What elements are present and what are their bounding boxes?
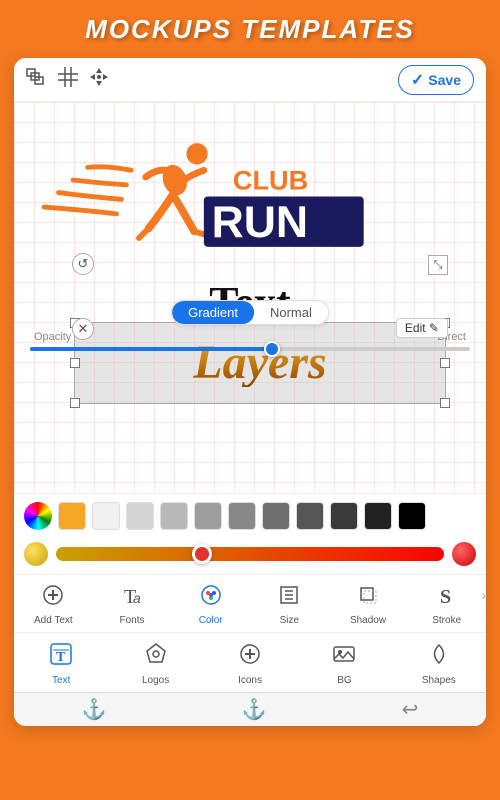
- footer-bar: ⚓ ⚓ ↩: [14, 692, 486, 726]
- add-text-icon: [41, 583, 65, 613]
- footer-anchor-left[interactable]: ⚓: [82, 697, 107, 722]
- tool-tab-stroke[interactable]: S Stroke ›: [407, 579, 486, 632]
- color-swatch-4[interactable]: [194, 502, 222, 530]
- selection-handle-br[interactable]: [440, 398, 450, 408]
- nav-text-label: Text: [52, 675, 70, 686]
- color-swatch-9[interactable]: [364, 502, 392, 530]
- nav-bg-icon: [331, 641, 357, 673]
- nav-item-logos[interactable]: Logos: [108, 637, 202, 692]
- fonts-icon: Ta: [120, 583, 144, 613]
- gradient-thumb[interactable]: [192, 544, 212, 564]
- blend-mode-tabs: Gradient Normal: [171, 300, 329, 325]
- svg-text:CLUB: CLUB: [233, 165, 308, 196]
- grid-icon[interactable]: [58, 67, 78, 92]
- toolbar-left: [26, 66, 110, 93]
- color-swatch-6[interactable]: [262, 502, 290, 530]
- color-swatch-10[interactable]: [398, 502, 426, 530]
- save-label: Save: [428, 72, 461, 88]
- color-label: Color: [199, 615, 223, 626]
- opacity-track[interactable]: [30, 347, 470, 351]
- svg-text:T: T: [56, 650, 66, 665]
- svg-text:S: S: [440, 586, 451, 607]
- color-wheel[interactable]: [24, 502, 52, 530]
- tool-tab-add-text[interactable]: Add Text: [14, 579, 93, 632]
- footer-back-icon[interactable]: ↩: [402, 697, 419, 722]
- nav-icons-icon: [237, 641, 263, 673]
- gradient-track[interactable]: [56, 547, 444, 561]
- tool-tab-size[interactable]: Size: [250, 579, 329, 632]
- color-row: [14, 493, 486, 538]
- top-toolbar: ✓ Save: [14, 58, 486, 102]
- nav-logos-label: Logos: [142, 675, 169, 686]
- app-title: MOCKUPS TEMPLATES: [85, 14, 415, 45]
- nav-bg-label: BG: [337, 675, 351, 686]
- selection-handle-ml[interactable]: [70, 358, 80, 368]
- color-swatch-8[interactable]: [330, 502, 358, 530]
- expand-button[interactable]: ⤡: [428, 255, 448, 275]
- shadow-icon: [356, 583, 380, 613]
- gold-color-indicator: [24, 542, 48, 566]
- color-swatch-7[interactable]: [296, 502, 324, 530]
- save-check-icon: ✓: [411, 70, 424, 90]
- runner-logo: CLUB RUN: [34, 117, 364, 272]
- nav-item-shapes[interactable]: Shapes: [392, 637, 486, 692]
- red-color-indicator: [452, 542, 476, 566]
- color-icon: [199, 583, 223, 613]
- blend-tab-gradient[interactable]: Gradient: [172, 301, 254, 324]
- stroke-icon: S: [435, 583, 459, 613]
- size-label: Size: [280, 615, 299, 626]
- shadow-label: Shadow: [350, 615, 386, 626]
- nav-shapes-label: Shapes: [422, 675, 456, 686]
- app-header: MOCKUPS TEMPLATES: [0, 0, 500, 58]
- move-icon[interactable]: [88, 66, 110, 93]
- svg-text:a: a: [133, 590, 141, 606]
- add-text-label: Add Text: [34, 615, 73, 626]
- edit-label: Edit ✎: [405, 321, 439, 335]
- color-swatch-1[interactable]: [92, 502, 120, 530]
- save-button[interactable]: ✓ Save: [398, 65, 474, 95]
- color-swatch-2[interactable]: [126, 502, 154, 530]
- color-swatch-3[interactable]: [160, 502, 188, 530]
- nav-icons-label: Icons: [238, 675, 262, 686]
- rotate-button[interactable]: ↺: [72, 253, 94, 275]
- gradient-slider-row: [14, 538, 486, 574]
- nav-logos-icon: [143, 641, 169, 673]
- nav-text-icon: T: [48, 641, 74, 673]
- fonts-label: Fonts: [120, 615, 145, 626]
- main-card: ✓ Save: [14, 58, 486, 726]
- color-swatch-orange[interactable]: [58, 502, 86, 530]
- canvas-area: CLUB RUN Text ✕ Edit ✎ Layers ↺ ⤡: [14, 102, 486, 493]
- tool-tab-color[interactable]: Color: [171, 579, 250, 632]
- svg-text:RUN: RUN: [212, 198, 309, 247]
- tool-tab-shadow[interactable]: Shadow: [329, 579, 408, 632]
- blend-tab-normal[interactable]: Normal: [254, 301, 328, 324]
- stroke-label: Stroke: [432, 615, 461, 626]
- close-selection-button[interactable]: ✕: [72, 318, 94, 340]
- opacity-label: Opacity: [34, 331, 71, 343]
- nav-item-text[interactable]: T Text: [14, 637, 108, 692]
- nav-item-icons[interactable]: Icons: [203, 637, 297, 692]
- color-swatch-5[interactable]: [228, 502, 256, 530]
- selection-handle-bl[interactable]: [70, 398, 80, 408]
- tool-tabs: Add Text Ta Fonts Color Siz: [14, 574, 486, 632]
- opacity-thumb[interactable]: [264, 341, 280, 357]
- size-icon: [277, 583, 301, 613]
- nav-item-bg[interactable]: BG: [297, 637, 391, 692]
- bottom-nav: T Text Logos Icons: [14, 632, 486, 692]
- bottom-panel: Add Text Ta Fonts Color Siz: [14, 493, 486, 726]
- footer-anchor-center[interactable]: ⚓: [242, 697, 267, 722]
- more-arrow[interactable]: ›: [481, 587, 486, 603]
- nav-shapes-icon: [426, 641, 452, 673]
- edit-button[interactable]: Edit ✎: [396, 318, 448, 338]
- layers-icon[interactable]: [26, 68, 48, 91]
- selection-handle-mr[interactable]: [440, 358, 450, 368]
- tool-tab-fonts[interactable]: Ta Fonts: [93, 579, 172, 632]
